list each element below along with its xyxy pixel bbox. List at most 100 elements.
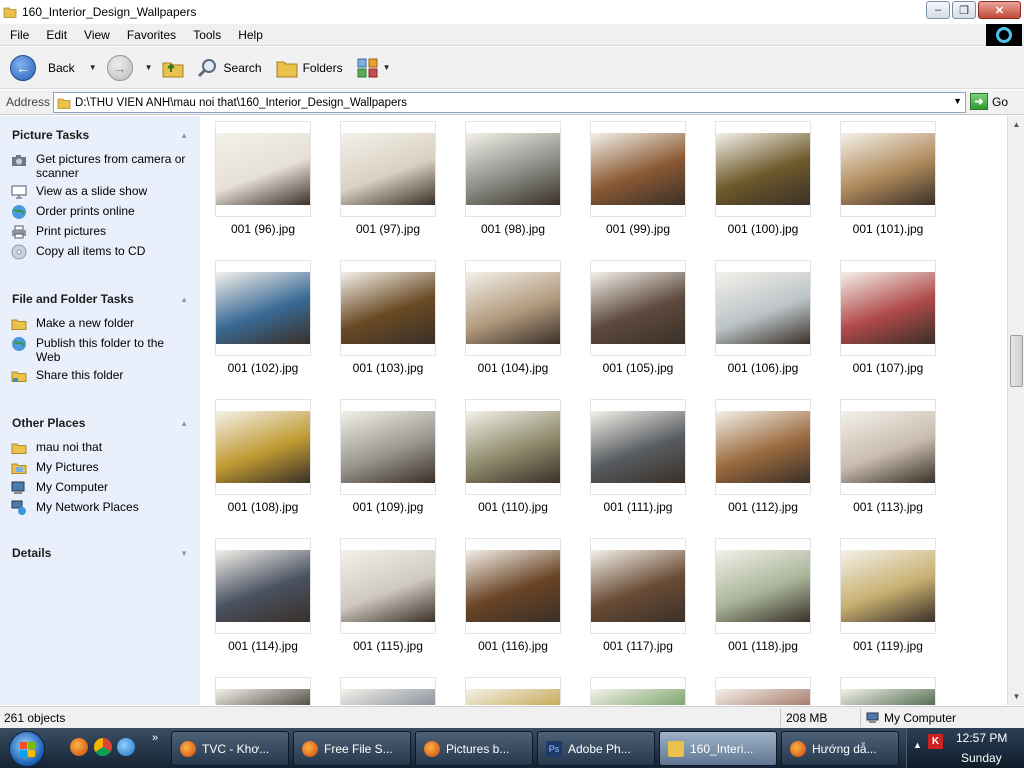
address-dropdown-icon[interactable]: ▼	[953, 96, 962, 106]
menu-tools[interactable]: Tools	[183, 28, 228, 42]
thumbnail[interactable]	[715, 260, 811, 356]
place-network[interactable]: My Network Places	[0, 500, 200, 516]
thumbnail[interactable]	[215, 538, 311, 634]
thumbnail[interactable]	[840, 677, 936, 705]
task-share-folder[interactable]: Share this folder	[0, 368, 200, 384]
thumbnail[interactable]	[840, 399, 936, 495]
thumbnail[interactable]	[465, 677, 561, 705]
menu-edit[interactable]: Edit	[36, 28, 74, 42]
place-mau-noi-that[interactable]: mau noi that	[0, 440, 200, 456]
thumbnail[interactable]	[465, 260, 561, 356]
menu-help[interactable]: Help	[228, 28, 270, 42]
expand-chevron-icon[interactable]: ▼	[180, 549, 188, 558]
collapse-chevron-icon[interactable]: ▲	[180, 419, 188, 428]
file-folder-tasks-header[interactable]: File and Folder Tasks ▲	[0, 288, 200, 310]
chrome-icon[interactable]	[94, 738, 112, 756]
thumbnail[interactable]	[340, 121, 436, 217]
file-name[interactable]: 001 (101).jpg	[833, 222, 943, 236]
task-order-prints[interactable]: Order prints online	[0, 204, 200, 220]
close-button[interactable]: ✕	[978, 1, 1021, 19]
file-name[interactable]: 001 (114).jpg	[208, 639, 318, 653]
thumbnail[interactable]	[340, 260, 436, 356]
menu-view[interactable]: View	[74, 28, 117, 42]
thumbnail[interactable]	[465, 121, 561, 217]
internet-explorer-icon[interactable]	[117, 738, 135, 756]
forward-button[interactable]: → ▼	[106, 52, 153, 84]
search-button[interactable]: Search	[197, 52, 262, 84]
file-name[interactable]: 001 (112).jpg	[708, 500, 818, 514]
thumbnail[interactable]	[590, 677, 686, 705]
thumbnail[interactable]	[590, 538, 686, 634]
thumbnail[interactable]	[715, 538, 811, 634]
task-print-pictures[interactable]: Print pictures	[0, 224, 200, 240]
back-button[interactable]: ← Back ▼	[10, 52, 97, 84]
go-button[interactable]: ➜ Go	[970, 93, 1008, 110]
start-button[interactable]	[9, 731, 45, 767]
file-name[interactable]: 001 (99).jpg	[583, 222, 693, 236]
file-name[interactable]: 001 (98).jpg	[458, 222, 568, 236]
taskbar-button-firefox-pictures[interactable]: Pictures b...	[415, 731, 533, 766]
place-my-pictures[interactable]: My Pictures	[0, 460, 200, 476]
clock-time[interactable]: 12:57 PM	[956, 731, 1007, 745]
tray-expand-icon[interactable]: ▲	[913, 740, 922, 750]
file-name[interactable]: 001 (106).jpg	[708, 361, 818, 375]
collapse-chevron-icon[interactable]: ▲	[180, 131, 188, 140]
thumbnail[interactable]	[590, 121, 686, 217]
thumbnail[interactable]	[715, 121, 811, 217]
other-places-header[interactable]: Other Places ▲	[0, 412, 200, 434]
thumbnail[interactable]	[340, 399, 436, 495]
taskbar-button-firefox-free-file[interactable]: Free File S...	[293, 731, 411, 766]
address-field[interactable]: D:\THU VIEN ANH\mau noi that\160_Interio…	[53, 92, 966, 113]
file-name[interactable]: 001 (104).jpg	[458, 361, 568, 375]
file-name[interactable]: 001 (103).jpg	[333, 361, 443, 375]
file-name[interactable]: 001 (96).jpg	[208, 222, 318, 236]
details-header[interactable]: Details ▼	[0, 542, 200, 564]
thumbnail[interactable]	[715, 677, 811, 705]
task-copy-to-cd[interactable]: Copy all items to CD	[0, 244, 200, 260]
thumbnail[interactable]	[340, 677, 436, 705]
back-dropdown-icon[interactable]: ▼	[89, 63, 97, 72]
forward-dropdown-icon[interactable]: ▼	[145, 63, 153, 72]
thumbnail[interactable]	[840, 260, 936, 356]
scroll-thumb[interactable]	[1010, 335, 1023, 387]
vertical-scrollbar[interactable]: ▲ ▼	[1007, 116, 1024, 705]
thumbnail[interactable]	[215, 121, 311, 217]
views-dropdown-icon[interactable]: ▼	[383, 63, 391, 72]
minimize-button[interactable]: –	[926, 1, 950, 19]
file-name[interactable]: 001 (105).jpg	[583, 361, 693, 375]
file-name[interactable]: 001 (116).jpg	[458, 639, 568, 653]
menu-favorites[interactable]: Favorites	[117, 28, 183, 42]
task-slide-show[interactable]: View as a slide show	[0, 184, 200, 200]
file-name[interactable]: 001 (115).jpg	[333, 639, 443, 653]
thumbnail[interactable]	[590, 399, 686, 495]
file-name[interactable]: 001 (111).jpg	[583, 500, 693, 514]
file-name[interactable]: 001 (100).jpg	[708, 222, 818, 236]
file-name[interactable]: 001 (108).jpg	[208, 500, 318, 514]
up-folder-button[interactable]	[161, 52, 185, 84]
file-name[interactable]: 001 (107).jpg	[833, 361, 943, 375]
file-name[interactable]: 001 (110).jpg	[458, 500, 568, 514]
task-publish-web[interactable]: Publish this folder to the Web	[0, 336, 200, 364]
firefox-icon[interactable]	[70, 738, 88, 756]
file-name[interactable]: 001 (102).jpg	[208, 361, 318, 375]
restore-button[interactable]: ❐	[952, 1, 976, 19]
taskbar-button-firefox-huong-dan[interactable]: Hướng dẫ...	[781, 731, 899, 766]
file-name[interactable]: 001 (113).jpg	[833, 500, 943, 514]
scroll-down-icon[interactable]: ▼	[1008, 688, 1024, 705]
picture-tasks-header[interactable]: Picture Tasks ▲	[0, 124, 200, 146]
collapse-chevron-icon[interactable]: ▲	[180, 295, 188, 304]
file-name[interactable]: 001 (109).jpg	[333, 500, 443, 514]
thumbnail[interactable]	[340, 538, 436, 634]
thumbnail[interactable]	[590, 260, 686, 356]
file-name[interactable]: 001 (118).jpg	[708, 639, 818, 653]
place-my-computer[interactable]: My Computer	[0, 480, 200, 496]
views-button[interactable]: ▼	[357, 52, 391, 84]
thumbnail[interactable]	[840, 121, 936, 217]
taskbar-button-explorer[interactable]: 160_Interi...	[659, 731, 777, 766]
taskbar-button-photoshop[interactable]: Ps Adobe Ph...	[537, 731, 655, 766]
quick-launch-more-icon[interactable]: »	[152, 732, 158, 744]
file-name[interactable]: 001 (119).jpg	[833, 639, 943, 653]
folders-button[interactable]: Folders	[276, 52, 343, 84]
task-new-folder[interactable]: Make a new folder	[0, 316, 200, 332]
thumbnail[interactable]	[465, 538, 561, 634]
